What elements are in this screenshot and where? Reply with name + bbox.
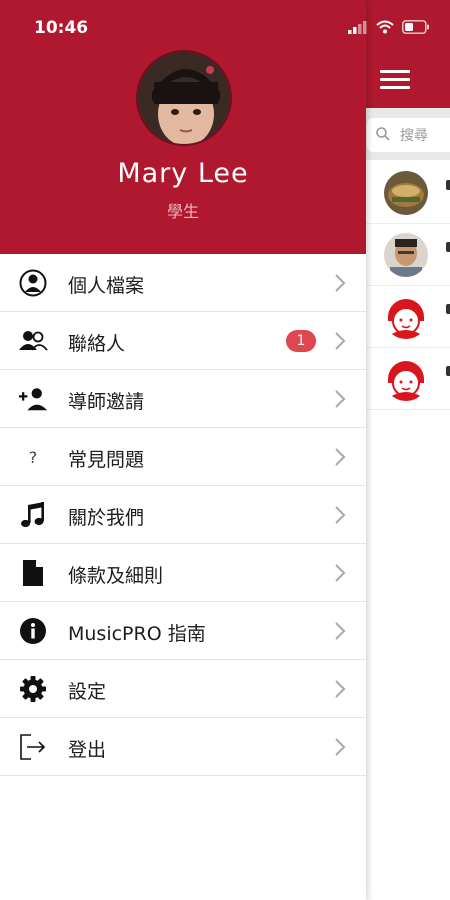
navigation-drawer: Mary Lee 學生 個人檔案 聯絡人 1 導師邀請 ? 常見問題 關於我們 … — [0, 0, 366, 900]
menu-item-terms[interactable]: 條款及細則 — [0, 544, 366, 602]
profile-avatar[interactable] — [136, 50, 232, 146]
question-icon: ? — [28, 447, 38, 467]
battery-icon — [402, 20, 429, 34]
default-avatar-icon — [384, 295, 428, 339]
chevron-right-icon — [335, 274, 346, 292]
chat-list-item[interactable] — [366, 286, 450, 348]
chevron-right-icon — [335, 332, 346, 350]
document-icon — [18, 558, 48, 588]
menu-item-profile[interactable]: 個人檔案 — [0, 254, 366, 312]
search-placeholder: 搜尋 — [400, 128, 428, 144]
menu-item-settings[interactable]: 設定 — [0, 660, 366, 718]
menu-item-tutor-invite[interactable]: 導師邀請 — [0, 370, 366, 428]
chevron-right-icon — [335, 622, 346, 640]
logout-icon — [18, 732, 48, 762]
menu-item-logout[interactable]: 登出 — [0, 718, 366, 776]
menu-item-about[interactable]: 關於我們 — [0, 486, 366, 544]
info-icon — [18, 616, 48, 646]
chat-list-item[interactable] — [366, 224, 450, 286]
menu-item-label: 個人檔案 — [68, 275, 145, 297]
default-avatar-icon — [384, 357, 428, 401]
chat-list-item[interactable] — [366, 162, 450, 224]
menu-item-guide[interactable]: MusicPRO 指南 — [0, 602, 366, 660]
contacts-icon — [18, 326, 48, 356]
menu-item-faq[interactable]: ? 常見問題 — [0, 428, 366, 486]
profile-name: Mary Lee — [117, 158, 249, 189]
add-person-icon — [18, 384, 48, 414]
menu-item-label: 設定 — [68, 681, 107, 703]
avatar — [384, 171, 428, 215]
chevron-right-icon — [335, 738, 346, 756]
chevron-right-icon — [335, 448, 346, 466]
menu-item-label: 導師邀請 — [68, 391, 145, 413]
hamburger-menu-icon[interactable] — [380, 70, 410, 90]
menu-item-label: 登出 — [68, 739, 107, 761]
menu-item-label: 聯絡人 — [68, 333, 126, 355]
status-icons — [348, 20, 430, 34]
wifi-icon — [376, 20, 394, 34]
menu-item-contacts[interactable]: 聯絡人 1 — [0, 312, 366, 370]
menu-item-label: 條款及細則 — [68, 565, 164, 587]
gear-icon — [18, 674, 48, 704]
avatar — [384, 233, 428, 277]
chevron-right-icon — [335, 390, 346, 408]
status-bar: 10:46 — [0, 0, 450, 56]
menu-item-label: 常見問題 — [68, 449, 145, 471]
chevron-right-icon — [335, 680, 346, 698]
drawer-menu: 個人檔案 聯絡人 1 導師邀請 ? 常見問題 關於我們 條款及細則 MusicP… — [0, 254, 366, 776]
chat-list-item[interactable] — [366, 348, 450, 410]
menu-item-label: 關於我們 — [68, 507, 145, 529]
music-note-icon — [18, 500, 48, 530]
cellular-signal-icon — [348, 21, 367, 34]
chevron-right-icon — [335, 564, 346, 582]
profile-role: 學生 — [166, 202, 199, 221]
status-time: 10:46 — [34, 18, 89, 38]
search-icon — [376, 127, 390, 141]
chevron-right-icon — [335, 506, 346, 524]
notification-badge: 1 — [286, 330, 316, 352]
person-circle-icon — [18, 268, 48, 298]
menu-item-label: MusicPRO 指南 — [68, 623, 206, 645]
